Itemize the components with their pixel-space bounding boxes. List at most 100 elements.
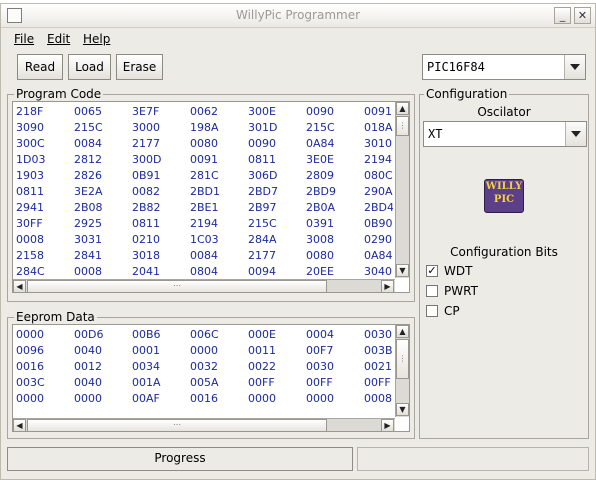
grid-cell[interactable]: 00AF <box>132 390 192 407</box>
grid-cell[interactable]: 0000 <box>74 390 134 407</box>
scroll-down-icon[interactable]: ▼ <box>396 403 409 416</box>
grid-cell[interactable]: 300E <box>248 103 308 120</box>
grid-cell[interactable]: 00FF <box>364 374 393 391</box>
grid-cell[interactable]: 006C <box>190 326 250 343</box>
grid-cell[interactable]: 2B0A <box>306 199 366 216</box>
grid-cell[interactable]: 0034 <box>132 358 192 375</box>
grid-cell[interactable]: 1C03 <box>190 231 250 248</box>
grid-cell[interactable]: 0084 <box>190 247 250 264</box>
grid-cell[interactable]: 0000 <box>190 342 250 359</box>
grid-cell[interactable]: 0032 <box>190 358 250 375</box>
grid-cell[interactable]: 215C <box>74 119 134 136</box>
menu-edit[interactable]: Edit <box>47 32 70 46</box>
read-button[interactable]: Read <box>17 54 63 80</box>
grid-cell[interactable]: 00F7 <box>306 342 366 359</box>
grid-cell[interactable]: 0030 <box>364 326 393 343</box>
config-bit-wdt[interactable]: ✓ WDT <box>426 263 576 281</box>
grid-cell[interactable]: 2B82 <box>132 199 192 216</box>
grid-cell[interactable]: 2941 <box>16 199 76 216</box>
grid-cell[interactable]: 3E2A <box>74 183 134 200</box>
grid-cell[interactable]: 2BE1 <box>190 199 250 216</box>
grid-cell[interactable]: 0021 <box>364 358 393 375</box>
grid-cell[interactable]: 2BD7 <box>248 183 308 200</box>
grid-cell[interactable]: 0210 <box>132 231 192 248</box>
chevron-down-icon[interactable] <box>565 122 586 146</box>
grid-cell[interactable]: 0090 <box>306 103 366 120</box>
grid-cell[interactable]: 20EE <box>306 263 366 278</box>
device-select[interactable]: PIC16F84 <box>422 54 586 80</box>
grid-cell[interactable]: 2041 <box>132 263 192 278</box>
menu-file[interactable]: File <box>14 32 34 46</box>
grid-cell[interactable]: 0004 <box>306 326 366 343</box>
grid-cell[interactable]: 2BD4 <box>364 199 393 216</box>
grid-cell[interactable]: 00FF <box>248 374 308 391</box>
grid-cell[interactable]: 0094 <box>248 263 308 278</box>
grid-cell[interactable]: 1D03 <box>16 151 76 168</box>
grid-cell[interactable]: 0811 <box>132 215 192 232</box>
scroll-right-icon[interactable]: ▶ <box>381 280 394 292</box>
grid-cell[interactable]: 0000 <box>16 326 76 343</box>
grid-cell[interactable]: 3031 <box>74 231 134 248</box>
scroll-right-icon[interactable]: ▶ <box>381 419 394 431</box>
grid-cell[interactable]: 284A <box>248 231 308 248</box>
grid-cell[interactable]: 198A <box>190 119 250 136</box>
grid-cell[interactable]: 1903 <box>16 167 76 184</box>
grid-cell[interactable]: 3008 <box>306 231 366 248</box>
grid-cell[interactable]: 0016 <box>16 358 76 375</box>
load-button[interactable]: Load <box>68 54 111 80</box>
grid-cell[interactable]: 30FF <box>16 215 76 232</box>
grid-cell[interactable]: 003C <box>16 374 76 391</box>
grid-cell[interactable]: 218F <box>16 103 76 120</box>
grid-cell[interactable]: 0011 <box>248 342 308 359</box>
program-code-vscrollbar[interactable]: ▲ ⋮ ▼ <box>395 102 409 278</box>
grid-cell[interactable]: 0016 <box>190 390 250 407</box>
checkbox-wdt[interactable]: ✓ <box>426 265 438 277</box>
config-bit-pwrt[interactable]: PWRT <box>426 283 576 301</box>
grid-cell[interactable]: 0084 <box>74 135 134 152</box>
grid-cell[interactable]: 2826 <box>74 167 134 184</box>
grid-cell[interactable]: 0B91 <box>132 167 192 184</box>
chevron-down-icon[interactable] <box>564 55 585 79</box>
grid-cell[interactable]: 0A84 <box>306 135 366 152</box>
grid-cell[interactable]: 2177 <box>132 135 192 152</box>
grid-cell[interactable]: 2841 <box>74 247 134 264</box>
close-button[interactable]: ✕ <box>574 7 591 24</box>
grid-cell[interactable]: 306D <box>248 167 308 184</box>
grid-cell[interactable]: 2194 <box>364 151 393 168</box>
erase-button[interactable]: Erase <box>116 54 163 80</box>
grid-cell[interactable]: 005A <box>190 374 250 391</box>
grid-cell[interactable]: 2BD9 <box>306 183 366 200</box>
grid-cell[interactable]: 001A <box>132 374 192 391</box>
menu-help[interactable]: Help <box>83 32 110 46</box>
scroll-down-icon[interactable]: ▼ <box>396 264 409 277</box>
grid-cell[interactable]: 2809 <box>306 167 366 184</box>
grid-cell[interactable]: 301D <box>248 119 308 136</box>
grid-cell[interactable]: 080C <box>364 167 393 184</box>
grid-cell[interactable]: 0290 <box>364 231 393 248</box>
grid-cell[interactable]: 2158 <box>16 247 76 264</box>
checkbox-pwrt[interactable] <box>426 285 438 297</box>
scroll-up-icon[interactable]: ▲ <box>396 102 409 115</box>
grid-cell[interactable]: 0008 <box>16 231 76 248</box>
grid-cell[interactable]: 2B08 <box>74 199 134 216</box>
grid-cell[interactable]: 003B <box>364 342 393 359</box>
grid-cell[interactable]: 0008 <box>74 263 134 278</box>
grid-cell[interactable]: 0040 <box>74 374 134 391</box>
grid-cell[interactable]: 300C <box>16 135 76 152</box>
grid-cell[interactable]: 018A <box>364 119 393 136</box>
grid-cell[interactable]: 0080 <box>306 247 366 264</box>
checkbox-cp[interactable] <box>426 305 438 317</box>
grid-cell[interactable]: 215C <box>306 119 366 136</box>
scroll-up-icon[interactable]: ▲ <box>396 325 409 338</box>
grid-cell[interactable]: 0040 <box>74 342 134 359</box>
grid-cell[interactable]: 2BD1 <box>190 183 250 200</box>
grid-cell[interactable]: 00FF <box>306 374 366 391</box>
program-code-hscrollbar[interactable]: ◀ ⋯ ▶ <box>13 279 395 292</box>
horizontal-scroll-thumb[interactable]: ⋯ <box>27 280 327 292</box>
grid-cell[interactable]: 290A <box>364 183 393 200</box>
eeprom-data-grid[interactable]: 0000 00D6 00B6 006C 000E 0004 0030 0096 0040 0001… <box>12 324 410 432</box>
config-bit-cp[interactable]: CP <box>426 303 576 321</box>
grid-cell[interactable]: 281C <box>190 167 250 184</box>
grid-cell[interactable]: 2B97 <box>248 199 308 216</box>
grid-cell[interactable]: 300D <box>132 151 192 168</box>
